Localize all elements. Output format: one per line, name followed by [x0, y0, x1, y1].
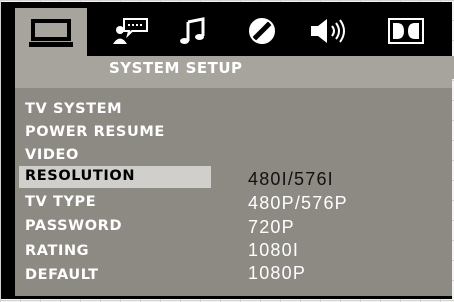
header-band	[15, 78, 452, 88]
menu-item-password[interactable]: PASSWORD	[25, 218, 122, 234]
title-strip: SYSTEM SETUP	[87, 56, 454, 79]
dolby-icon	[388, 18, 424, 44]
setup-osd-window: SYSTEM SETUP TV SYSTEM POWER RESUME VIDE…	[1, 2, 454, 299]
option-1080p[interactable]: 1080P	[248, 263, 306, 284]
menu-item-power-resume[interactable]: POWER RESUME	[25, 124, 165, 140]
page-title: SYSTEM SETUP	[109, 59, 243, 77]
menu-item-rating[interactable]: RATING	[25, 243, 89, 259]
option-1080i[interactable]: 1080I	[248, 240, 299, 261]
tab-disc[interactable]	[231, 6, 293, 56]
menu-item-tv-system[interactable]: TV SYSTEM	[25, 101, 122, 117]
tab-language[interactable]	[99, 6, 161, 56]
music-note-icon	[180, 17, 205, 44]
settings-panel	[15, 88, 452, 296]
icon-tab-bar	[1, 2, 452, 78]
speaker-icon	[311, 19, 345, 43]
menu-item-resolution[interactable]: RESOLUTION	[25, 168, 135, 184]
menu-item-video[interactable]: VIDEO	[25, 147, 79, 163]
menu-item-default[interactable]: DEFAULT	[25, 267, 99, 283]
option-480p-576p[interactable]: 480P/576P	[248, 193, 348, 214]
tab-system[interactable]	[15, 8, 87, 78]
disc-icon	[249, 18, 275, 44]
speech-user-icon	[113, 18, 148, 44]
tv-monitor-icon	[29, 19, 73, 47]
tab-audio[interactable]	[161, 6, 223, 56]
option-720p[interactable]: 720P	[248, 217, 295, 238]
menu-item-tv-type[interactable]: TV TYPE	[25, 194, 96, 210]
tab-dolby[interactable]	[375, 6, 437, 56]
tab-speaker[interactable]	[298, 6, 360, 56]
option-480i-576i[interactable]: 480I/576I	[248, 169, 334, 190]
